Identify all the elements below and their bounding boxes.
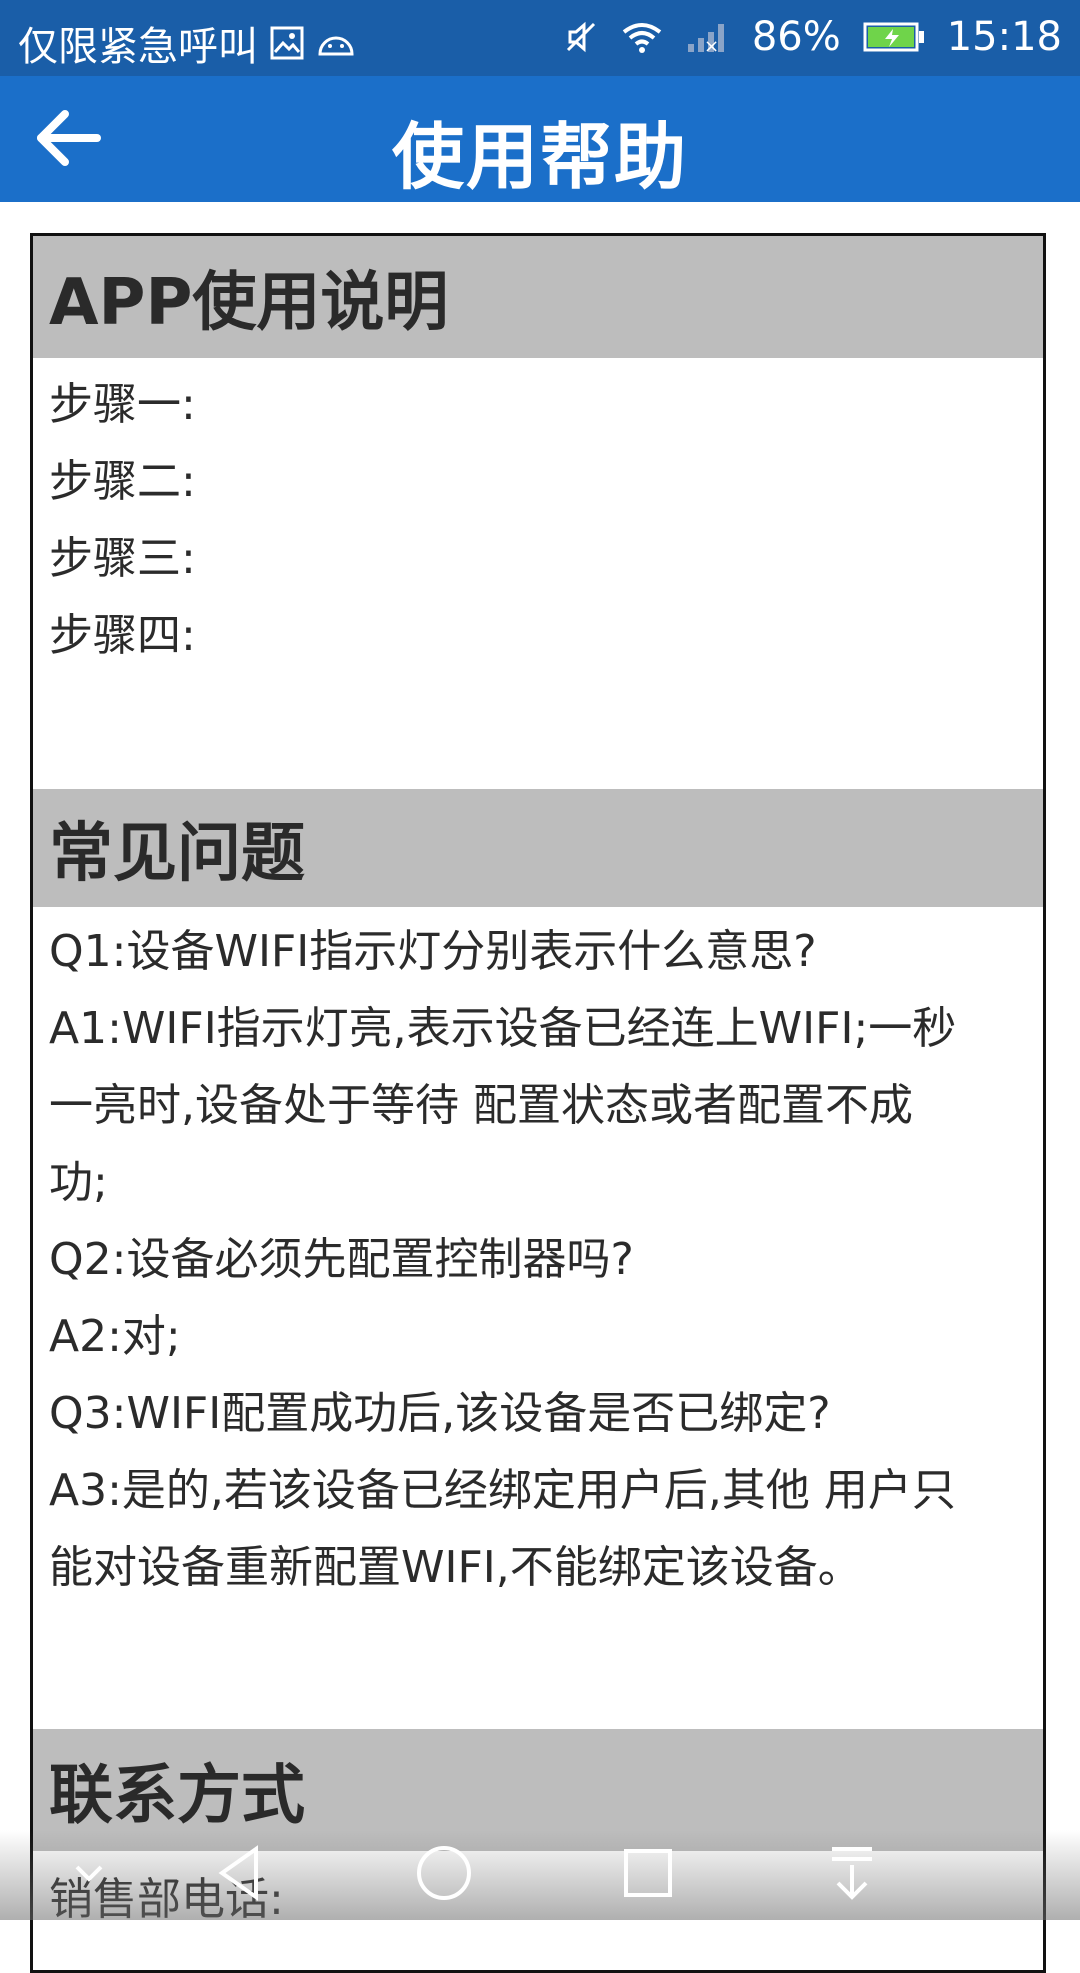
- hide-nav-button[interactable]: [44, 1838, 134, 1912]
- wifi-icon: [620, 20, 664, 54]
- section-header-faq: 常见问题: [33, 789, 1043, 907]
- faq-line: A3:是的,若该设备已经绑定用户后,其他 用户只: [49, 1465, 956, 1516]
- signal-icon: ×: [686, 20, 730, 54]
- nav-back-button[interactable]: [195, 1838, 285, 1912]
- status-right: × 86% 15:18: [564, 14, 1062, 60]
- step-line: 步骤一:: [49, 379, 196, 430]
- android-icon: [316, 30, 356, 56]
- faq-line: 一亮时,设备处于等待 配置状态或者配置不成: [49, 1080, 913, 1131]
- nav-pull-down-button[interactable]: [807, 1838, 897, 1912]
- status-time: 15:18: [946, 14, 1062, 60]
- faq-line: A2:对;: [49, 1311, 181, 1362]
- faq-title: 常见问题: [49, 817, 305, 891]
- section-header-usage: APP使用说明: [33, 236, 1043, 358]
- battery-percent: 86%: [751, 14, 841, 60]
- faq-body: Q1:设备WIFI指示灯分别表示什么意思? A1:WIFI指示灯亮,表示设备已经…: [33, 907, 1043, 1729]
- back-triangle-icon: [210, 1843, 270, 1907]
- mute-icon: [564, 20, 598, 54]
- contact-title: 联系方式: [49, 1759, 305, 1833]
- nav-home-button[interactable]: [399, 1838, 489, 1912]
- navigation-bar: [0, 1830, 1080, 1920]
- page-title: 使用帮助: [391, 115, 688, 199]
- status-left: 仅限紧急呼叫: [18, 14, 356, 72]
- step-line: 步骤二:: [49, 456, 196, 507]
- battery-icon: [863, 21, 925, 53]
- faq-line: Q3:WIFI配置成功后,该设备是否已绑定?: [49, 1388, 831, 1439]
- svg-text:×: ×: [704, 36, 719, 54]
- carrier-text: 仅限紧急呼叫: [18, 24, 258, 70]
- status-bar: 仅限紧急呼叫 × 86% 15:18: [0, 0, 1080, 76]
- faq-line: 能对设备重新配置WIFI,不能绑定该设备。: [49, 1542, 862, 1593]
- home-circle-icon: [414, 1843, 474, 1907]
- faq-line: Q2:设备必须先配置控制器吗?: [49, 1234, 634, 1285]
- app-bar: 使用帮助: [0, 76, 1080, 202]
- step-line: 步骤四:: [49, 610, 196, 661]
- faq-line: A1:WIFI指示灯亮,表示设备已经连上WIFI;一秒: [49, 1003, 957, 1054]
- faq-line: 功;: [49, 1157, 108, 1208]
- usage-title: APP使用说明: [49, 266, 449, 340]
- recents-square-icon: [620, 1845, 676, 1905]
- step-line: 步骤三:: [49, 533, 196, 584]
- nav-recents-button[interactable]: [603, 1838, 693, 1912]
- faq-line: Q1:设备WIFI指示灯分别表示什么意思?: [49, 926, 817, 977]
- gallery-icon: [270, 26, 304, 60]
- pull-down-icon: [826, 1843, 878, 1907]
- usage-body: 步骤一: 步骤二: 步骤三: 步骤四:: [33, 358, 1043, 789]
- chevron-down-icon: [69, 1861, 109, 1889]
- help-content: APP使用说明 步骤一: 步骤二: 步骤三: 步骤四: 常见问题 Q1:设备WI…: [30, 233, 1046, 1973]
